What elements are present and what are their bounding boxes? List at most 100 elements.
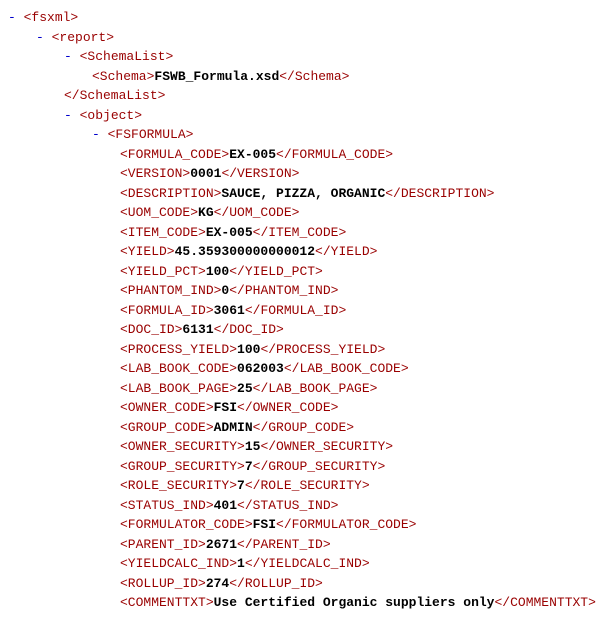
xml-close-tag: </FORMULA_CODE> bbox=[276, 147, 393, 162]
collapse-toggle[interactable]: - bbox=[64, 108, 72, 123]
xml-close-tag: </FORMULATOR_CODE> bbox=[276, 517, 416, 532]
xml-leaf: <YIELD_PCT>100</YIELD_PCT> bbox=[8, 262, 599, 282]
xml-leaf: <FORMULA_CODE>EX-005</FORMULA_CODE> bbox=[8, 145, 599, 165]
xml-open-tag: <FORMULATOR_CODE> bbox=[120, 517, 253, 532]
xml-open-tag: <FORMULA_ID> bbox=[120, 303, 214, 318]
xml-open-tag: <UOM_CODE> bbox=[120, 205, 198, 220]
xml-text-value: 15 bbox=[245, 439, 261, 454]
xml-text-value: 6131 bbox=[182, 322, 213, 337]
xml-leaf: <ROLE_SECURITY>7</ROLE_SECURITY> bbox=[8, 476, 599, 496]
xml-text-value: EX-005 bbox=[229, 147, 276, 162]
xml-close: </SchemaList> bbox=[8, 86, 599, 106]
xml-text-value: 062003 bbox=[237, 361, 284, 376]
xml-text-value: 45.359300000000012 bbox=[175, 244, 315, 259]
xml-open-tag: <STATUS_IND> bbox=[120, 498, 214, 513]
xml-text-value: KG bbox=[198, 205, 214, 220]
xml-open-tag: <ITEM_CODE> bbox=[120, 225, 206, 240]
xml-text-value: EX-005 bbox=[206, 225, 253, 240]
xml-leaf: <DOC_ID>6131</DOC_ID> bbox=[8, 320, 599, 340]
xml-close-tag: </PHANTOM_IND> bbox=[229, 283, 338, 298]
xml-leaf: <PHANTOM_IND>0</PHANTOM_IND> bbox=[8, 281, 599, 301]
xml-close-tag: </GROUP_SECURITY> bbox=[253, 459, 386, 474]
xml-open-tag: <YIELDCALC_IND> bbox=[120, 556, 237, 571]
xml-close-tag: </COMMENTTXT> bbox=[494, 595, 595, 610]
xml-text-value: 7 bbox=[245, 459, 253, 474]
xml-open-tag: <COMMENTTXT> bbox=[120, 595, 214, 610]
xml-leaf: <STATUS_IND>401</STATUS_IND> bbox=[8, 496, 599, 516]
xml-open-tag: <LAB_BOOK_PAGE> bbox=[120, 381, 237, 396]
xml-leaf: <YIELD>45.359300000000012</YIELD> bbox=[8, 242, 599, 262]
collapse-toggle[interactable]: - bbox=[36, 30, 44, 45]
xml-text-value: 1 bbox=[237, 556, 245, 571]
xml-leaf: <PARENT_ID>2671</PARENT_ID> bbox=[8, 535, 599, 555]
collapse-toggle[interactable]: - bbox=[64, 49, 72, 64]
xml-open-tag: <PARENT_ID> bbox=[120, 537, 206, 552]
xml-text-value: ADMIN bbox=[214, 420, 253, 435]
xml-open-tag: <object> bbox=[80, 108, 142, 123]
xml-node: - <SchemaList> bbox=[8, 47, 599, 67]
xml-open-tag: <OWNER_SECURITY> bbox=[120, 439, 245, 454]
xml-text-value: 0001 bbox=[190, 166, 221, 181]
xml-open-tag: <FSFORMULA> bbox=[108, 127, 194, 142]
xml-text-value: 100 bbox=[237, 342, 260, 357]
xml-text-value: 401 bbox=[214, 498, 237, 513]
xml-open-tag: <FORMULA_CODE> bbox=[120, 147, 229, 162]
xml-close-tag: </VERSION> bbox=[221, 166, 299, 181]
xml-leaf: <ROLLUP_ID>274</ROLLUP_ID> bbox=[8, 574, 599, 594]
xml-node: - <report> bbox=[8, 28, 599, 48]
xml-open-tag: <Schema> bbox=[92, 69, 154, 84]
xml-open-tag: <PROCESS_YIELD> bbox=[120, 342, 237, 357]
xml-leaf: <YIELDCALC_IND>1</YIELDCALC_IND> bbox=[8, 554, 599, 574]
xml-close-tag: </YIELD> bbox=[315, 244, 377, 259]
xml-leaf: <VERSION>0001</VERSION> bbox=[8, 164, 599, 184]
xml-close-tag: </UOM_CODE> bbox=[214, 205, 300, 220]
xml-leaf: <OWNER_CODE>FSI</OWNER_CODE> bbox=[8, 398, 599, 418]
xml-node: - <FSFORMULA> bbox=[8, 125, 599, 145]
xml-text-value: FSWB_Formula.xsd bbox=[154, 69, 279, 84]
xml-leaf: <GROUP_SECURITY>7</GROUP_SECURITY> bbox=[8, 457, 599, 477]
xml-close-tag: </OWNER_SECURITY> bbox=[260, 439, 393, 454]
xml-leaf: <DESCRIPTION>SAUCE, PIZZA, ORGANIC</DESC… bbox=[8, 184, 599, 204]
xml-open-tag: <PHANTOM_IND> bbox=[120, 283, 221, 298]
xml-close-tag: </ROLE_SECURITY> bbox=[245, 478, 370, 493]
xml-text-value: 100 bbox=[206, 264, 229, 279]
xml-leaf: <LAB_BOOK_CODE>062003</LAB_BOOK_CODE> bbox=[8, 359, 599, 379]
xml-open-tag: <VERSION> bbox=[120, 166, 190, 181]
xml-text-value: 7 bbox=[237, 478, 245, 493]
xml-open-tag: <GROUP_CODE> bbox=[120, 420, 214, 435]
xml-close-tag: </YIELD_PCT> bbox=[229, 264, 323, 279]
xml-open-tag: <SchemaList> bbox=[80, 49, 174, 64]
xml-close-tag: </PROCESS_YIELD> bbox=[260, 342, 385, 357]
xml-leaf: <UOM_CODE>KG</UOM_CODE> bbox=[8, 203, 599, 223]
xml-open-tag: <OWNER_CODE> bbox=[120, 400, 214, 415]
xml-text-value: FSI bbox=[253, 517, 276, 532]
collapse-toggle[interactable]: - bbox=[8, 10, 16, 25]
xml-open-tag: <ROLLUP_ID> bbox=[120, 576, 206, 591]
xml-close-tag: </SchemaList> bbox=[64, 88, 165, 103]
xml-leaf: <FORMULA_ID>3061</FORMULA_ID> bbox=[8, 301, 599, 321]
xml-leaf: <Schema>FSWB_Formula.xsd</Schema> bbox=[8, 67, 599, 87]
xml-text-value: SAUCE, PIZZA, ORGANIC bbox=[221, 186, 385, 201]
xml-close-tag: </OWNER_CODE> bbox=[237, 400, 338, 415]
xml-close-tag: </Schema> bbox=[279, 69, 349, 84]
xml-close-tag: </STATUS_IND> bbox=[237, 498, 338, 513]
xml-text-value: 274 bbox=[206, 576, 229, 591]
collapse-toggle[interactable]: - bbox=[92, 127, 100, 142]
xml-close-tag: </LAB_BOOK_CODE> bbox=[284, 361, 409, 376]
xml-close-tag: </GROUP_CODE> bbox=[253, 420, 354, 435]
xml-close-tag: </ROLLUP_ID> bbox=[229, 576, 323, 591]
xml-text-value: 3061 bbox=[214, 303, 245, 318]
xml-tree: - <fsxml>- <report>- <SchemaList><Schema… bbox=[8, 8, 599, 613]
xml-text-value: Use Certified Organic suppliers only bbox=[214, 595, 495, 610]
xml-close-tag: </DOC_ID> bbox=[214, 322, 284, 337]
xml-text-value: 2671 bbox=[206, 537, 237, 552]
xml-node: - <fsxml> bbox=[8, 8, 599, 28]
xml-open-tag: <DOC_ID> bbox=[120, 322, 182, 337]
xml-leaf: <GROUP_CODE>ADMIN</GROUP_CODE> bbox=[8, 418, 599, 438]
xml-open-tag: <YIELD> bbox=[120, 244, 175, 259]
xml-close-tag: </DESCRIPTION> bbox=[385, 186, 494, 201]
xml-open-tag: <report> bbox=[52, 30, 114, 45]
xml-open-tag: <fsxml> bbox=[24, 10, 79, 25]
xml-leaf: <FORMULATOR_CODE>FSI</FORMULATOR_CODE> bbox=[8, 515, 599, 535]
xml-open-tag: <ROLE_SECURITY> bbox=[120, 478, 237, 493]
